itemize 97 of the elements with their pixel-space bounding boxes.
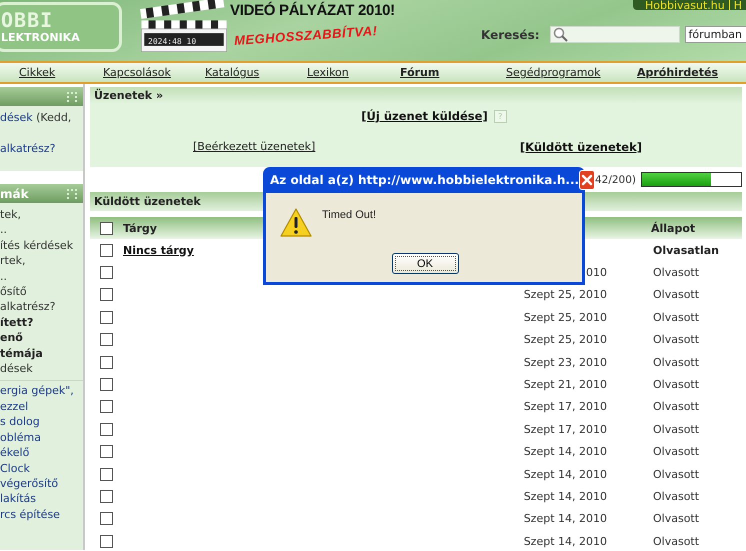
sidebar-text: ősítő: [0, 285, 27, 298]
row-checkbox[interactable]: [100, 422, 113, 436]
nav-link[interactable]: Cikkek: [19, 66, 103, 79]
table-cell: Szept 14, 2010: [524, 490, 607, 503]
row-checkbox[interactable]: [100, 512, 113, 526]
column-header: Állapot: [651, 222, 696, 234]
topic-link[interactable]: s dolog: [0, 415, 40, 428]
table-cell: Szept 23, 2010: [524, 356, 607, 369]
table-cell: Olvasott: [653, 378, 700, 392]
sidebar-text: tek,: [0, 208, 21, 221]
nav-link[interactable]: Kapcsolások: [103, 66, 205, 79]
table-cell: Olvasott: [653, 333, 700, 346]
table-cell: Olvasatlan: [653, 244, 719, 257]
row-checkbox[interactable]: [100, 288, 113, 302]
table-cell: Szept 17, 2010: [524, 400, 607, 414]
scope-select[interactable]: fórumban: [684, 26, 746, 43]
table-cell: Szept 17, 2010: [524, 422, 607, 436]
topic-link[interactable]: rcs építése: [0, 508, 60, 521]
panel-title: mák: [0, 186, 29, 200]
table-cell: Olvasott: [653, 288, 700, 302]
search-label: Keresés:: [481, 28, 540, 42]
table-cell: Olvasott: [653, 490, 700, 503]
table-cell: Olvasott: [653, 512, 700, 526]
nav-link[interactable]: Fórum: [400, 66, 506, 79]
row-checkbox[interactable]: [100, 266, 113, 280]
top-link[interactable]: Hobbivasut.hu: [640, 0, 729, 10]
sidebar-text: alkatrész?: [0, 300, 56, 314]
table-cell: Szept 14, 2010: [524, 468, 607, 481]
table-cell: Olvasott: [653, 310, 700, 324]
row-checkbox[interactable]: [100, 244, 113, 257]
topic-link[interactable]: dések: [0, 111, 33, 124]
topic-link[interactable]: lakítás: [0, 492, 36, 506]
table-cell: Olvasott: [653, 422, 700, 436]
sidebar-text: ..: [0, 270, 7, 283]
subject-link[interactable]: Nincs tárgy: [123, 244, 194, 257]
table-cell: Szept 14, 2010: [524, 534, 607, 548]
dialog-title: Az oldal a(z) http://www.hobbielektronika.h...: [270, 173, 580, 187]
search-field[interactable]: [550, 26, 680, 43]
top-link[interactable]: H: [728, 0, 746, 10]
sent-link[interactable]: [Küldött üzenetek]: [520, 140, 642, 154]
table-cell: 010: [586, 266, 607, 280]
row-checkbox[interactable]: [100, 534, 113, 548]
banner-headline[interactable]: VIDEÓ PÁLYÁZAT 2010!: [230, 2, 395, 20]
sidebar-text: (Kedd,: [35, 111, 72, 124]
table-cell: Szept 25, 2010: [524, 310, 607, 324]
row-checkbox[interactable]: [100, 356, 113, 369]
row-checkbox[interactable]: [100, 378, 113, 392]
row-checkbox[interactable]: [100, 445, 113, 458]
quota-text: 42/200): [594, 174, 636, 186]
topic-link[interactable]: végerősítő: [0, 476, 58, 490]
inbox-link[interactable]: [Beérkezett üzenetek]: [193, 140, 316, 154]
topic-link[interactable]: Clock: [0, 462, 30, 474]
table-cell: Szept 25, 2010: [524, 333, 607, 346]
table-cell: Szept 14, 2010: [524, 512, 607, 526]
search-icon: [552, 27, 568, 42]
sidebar-text: ..: [0, 223, 7, 236]
nav-link[interactable]: Lexikon: [307, 66, 400, 79]
table-cell: Olvasott: [653, 445, 700, 458]
sidebar-text: témája: [0, 346, 43, 360]
clock-display: 2024:48 10: [148, 36, 196, 48]
table-cell: Szept 21, 2010: [524, 378, 607, 392]
close-icon: [580, 173, 594, 187]
table-cell: Olvasott: [653, 534, 700, 548]
topic-link[interactable]: ékelő: [0, 446, 30, 460]
table-cell: Olvasott: [653, 356, 700, 369]
nav-link[interactable]: Katalógus: [205, 66, 307, 79]
row-checkbox[interactable]: [100, 490, 113, 503]
topic-link[interactable]: alkatrész?: [0, 142, 56, 155]
nav-link[interactable]: Segédprogramok: [506, 66, 637, 79]
table-cell: Olvasott: [653, 400, 700, 414]
panel-title: Üzenetek »: [90, 87, 742, 104]
dialog-message: Timed Out!: [322, 209, 376, 221]
sidebar-text: ített?: [0, 316, 34, 329]
nav-link[interactable]: Apróhirdetés: [637, 66, 718, 79]
column-header: Tárgy: [123, 222, 158, 234]
row-checkbox[interactable]: [100, 310, 113, 324]
select-all-checkbox[interactable]: [100, 222, 113, 234]
new-message-link[interactable]: [Új üzenet küldése]: [361, 109, 488, 123]
table-cell: Olvasott: [653, 468, 700, 481]
sidebar-text: dések: [0, 362, 33, 376]
grip-icon: [67, 188, 77, 198]
warning-icon: [280, 207, 312, 238]
close-button[interactable]: [579, 170, 596, 190]
table-cell: Szept 25, 2010: [524, 288, 607, 302]
row-checkbox[interactable]: [100, 468, 113, 481]
sidebar-text: rtek,: [0, 254, 26, 268]
ok-button[interactable]: OK: [392, 253, 458, 274]
topic-link[interactable]: ergia gépek",: [0, 384, 74, 398]
topic-link[interactable]: ezzel: [0, 400, 28, 413]
row-checkbox[interactable]: [100, 400, 113, 414]
sidebar-text: enő: [0, 331, 23, 344]
table-cell: Olvasott: [653, 266, 700, 280]
grip-icon: [67, 92, 77, 102]
sidebar-text: ítés kérdések: [0, 238, 74, 252]
topic-link[interactable]: obléma: [0, 430, 41, 444]
row-checkbox[interactable]: [100, 333, 113, 346]
table-cell: Szept 14, 2010: [524, 445, 607, 458]
